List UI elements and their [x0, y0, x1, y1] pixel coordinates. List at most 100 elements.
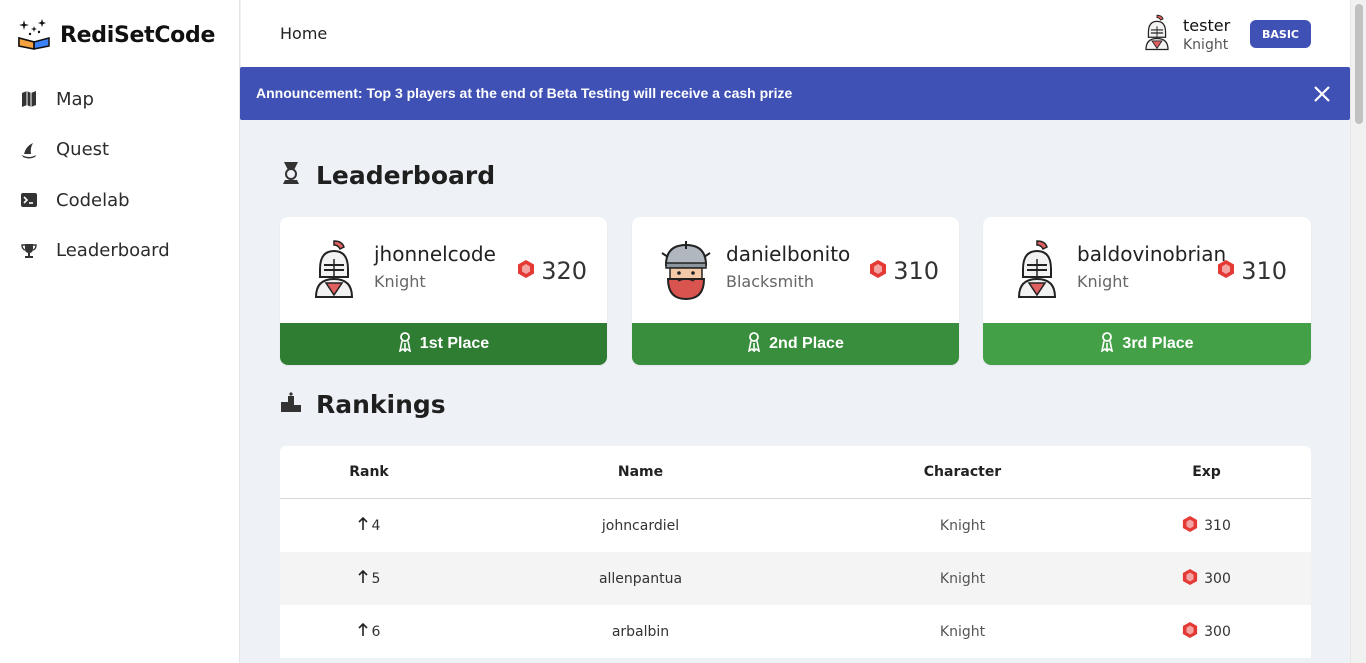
top-bar: Home tester Knight BASIC [241, 0, 1350, 67]
scrollbar-thumb[interactable] [1355, 4, 1363, 124]
arrow-up-icon [357, 569, 368, 588]
table-row[interactable]: 6 arbalbin Knight 300 [280, 605, 1311, 658]
announcement-text: Announcement: Top 3 players at the end o… [256, 85, 793, 101]
exp-value: 310 [1204, 517, 1231, 534]
page-title: Leaderboard [316, 160, 496, 190]
arrow-up-icon [357, 516, 368, 535]
rankings-heading: Rankings [280, 390, 446, 419]
knight-avatar [1009, 239, 1065, 301]
sidebar-item-label: Leaderboard [56, 240, 170, 262]
player-name: danielbonito [726, 242, 851, 266]
player-character: Blacksmith [726, 272, 815, 291]
knight-avatar [306, 239, 362, 301]
user-name: tester [1183, 15, 1231, 35]
exp-cell: 300 [1102, 621, 1311, 643]
exp-value: 300 [1204, 570, 1231, 587]
sidebar-item-map[interactable]: Map [0, 74, 240, 125]
place-banner: 3rd Place [983, 323, 1311, 365]
exp-cell: 310 [1102, 515, 1311, 537]
column-header-name[interactable]: Name [458, 464, 823, 480]
player-name: jhonnelcode [374, 242, 496, 266]
player-character: Knight [1077, 272, 1129, 291]
close-icon[interactable] [1312, 84, 1332, 104]
player-character: Knight [939, 623, 986, 640]
map-icon [20, 90, 38, 108]
podium-card-body: jhonnelcode Knight 320 [280, 217, 607, 323]
player-exp: 320 [517, 257, 587, 285]
place-label: 3rd Place [1122, 335, 1194, 352]
exp-cell: 300 [1102, 568, 1311, 590]
plan-badge[interactable]: BASIC [1250, 20, 1311, 48]
exp-value: 310 [893, 257, 939, 285]
section-title: Rankings [316, 390, 446, 419]
sidebar-item-label: Codelab [56, 189, 130, 211]
brand-name: RediSetCode [60, 22, 216, 48]
place-banner: 1st Place [280, 323, 607, 365]
podium-icon [280, 391, 302, 418]
rank-cell: 4 [280, 516, 458, 535]
player-name: allenpantua [598, 570, 683, 587]
rank-value: 5 [371, 570, 381, 587]
podium-card-third[interactable]: baldovinobrian Knight 310 3rd Place [983, 217, 1311, 365]
player-exp: 310 [869, 257, 939, 285]
sidebar-item-quest[interactable]: Quest [0, 125, 240, 176]
podium-card-body: baldovinobrian Knight 310 [983, 217, 1311, 323]
blacksmith-avatar [658, 239, 714, 301]
player-exp: 310 [1217, 257, 1287, 285]
exp-gem-icon [1217, 257, 1235, 285]
sidebar-item-leaderboard[interactable]: Leaderboard [0, 226, 240, 277]
exp-gem-icon [869, 257, 887, 285]
quest-icon [20, 141, 38, 159]
page-scrollbar[interactable] [1350, 0, 1366, 663]
place-label: 1st Place [419, 335, 490, 352]
rank-cell: 5 [280, 569, 458, 588]
rank-cell: 6 [280, 622, 458, 641]
exp-gem-icon [517, 257, 535, 285]
rank-value: 6 [371, 623, 381, 640]
table-row[interactable]: 4 johncardiel Knight 310 [280, 499, 1311, 552]
exp-value: 310 [1241, 257, 1287, 285]
place-banner: 2nd Place [632, 323, 959, 365]
medal-icon [747, 331, 761, 357]
exp-gem-icon [1182, 515, 1198, 537]
column-header-exp[interactable]: Exp [1102, 464, 1311, 480]
rankings-table: Rank Name Character Exp 4 johncardiel Kn… [280, 446, 1311, 658]
podium-card-body: danielbonito Blacksmith 310 [632, 217, 959, 323]
exp-value: 300 [1204, 623, 1231, 640]
sidebar-item-codelab[interactable]: Codelab [0, 175, 240, 226]
avatar [1139, 14, 1175, 56]
medal-icon [398, 331, 412, 357]
sidebar-item-label: Quest [56, 139, 110, 161]
user-menu[interactable]: tester Knight [1139, 14, 1230, 56]
player-character: Knight [939, 517, 986, 534]
player-name: johncardiel [601, 517, 680, 534]
player-character: Knight [374, 272, 426, 291]
book-sparkle-icon [16, 16, 52, 54]
award-icon [280, 160, 302, 190]
podium-card-first[interactable]: jhonnelcode Knight 320 1st Place [280, 217, 607, 365]
terminal-icon [20, 191, 38, 209]
table-header: Rank Name Character Exp [280, 446, 1311, 499]
place-label: 2nd Place [769, 335, 844, 352]
brand-logo[interactable]: RediSetCode [16, 16, 215, 54]
exp-gem-icon [1182, 568, 1198, 590]
sidebar: RediSetCode Map Quest Codelab Leaderboar… [0, 0, 240, 663]
leaderboard-heading: Leaderboard [280, 160, 495, 190]
player-character: Knight [939, 570, 986, 587]
column-header-rank[interactable]: Rank [280, 464, 458, 480]
exp-gem-icon [1182, 621, 1198, 643]
medal-icon [1100, 331, 1114, 357]
column-header-character[interactable]: Character [823, 464, 1102, 480]
table-row[interactable]: 5 allenpantua Knight 300 [280, 552, 1311, 605]
arrow-up-icon [357, 622, 368, 641]
sidebar-item-label: Map [56, 88, 94, 110]
user-role: Knight [1183, 37, 1229, 54]
trophy-icon [20, 242, 38, 260]
user-info: tester Knight [1183, 16, 1230, 55]
breadcrumb-home[interactable]: Home [280, 24, 327, 43]
sidebar-nav: Map Quest Codelab Leaderboard [0, 74, 240, 276]
podium-card-second[interactable]: danielbonito Blacksmith 310 2nd Place [632, 217, 959, 365]
exp-value: 320 [541, 257, 587, 285]
rank-value: 4 [371, 517, 381, 534]
player-name: arbalbin [611, 623, 670, 640]
